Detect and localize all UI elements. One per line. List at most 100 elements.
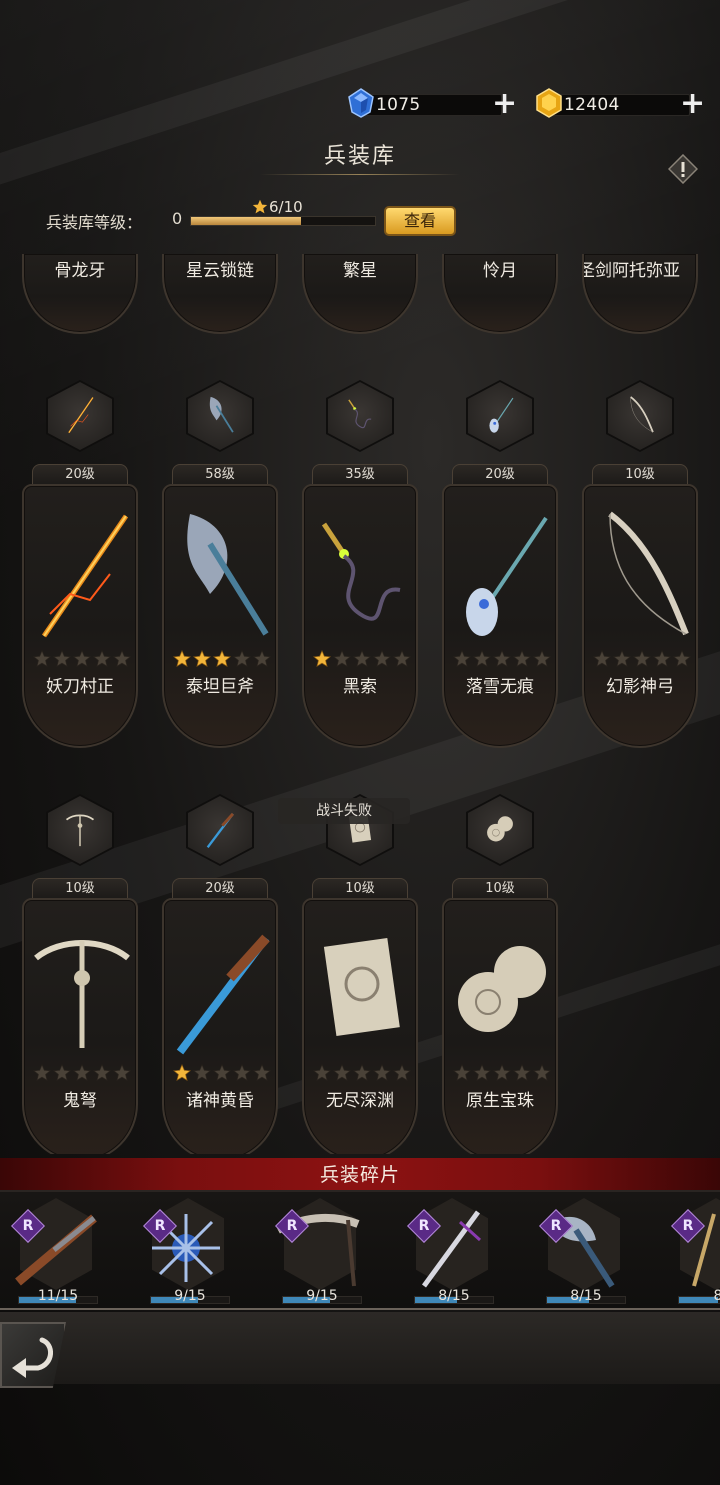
weapon-name: 星云锁链 — [186, 261, 254, 281]
star-empty-icon — [113, 1064, 131, 1081]
title-divider — [260, 174, 460, 175]
fragment-item[interactable]: R8 — [664, 1196, 720, 1308]
badge-inner — [48, 382, 112, 450]
weapon-card[interactable]: 无尽深渊 — [302, 898, 418, 1154]
weapon-name: 圣剑阿托弥亚 — [584, 261, 680, 281]
weapon-type-badge — [326, 380, 394, 452]
star-empty-icon — [233, 650, 251, 667]
weapon-type-badge — [46, 794, 114, 866]
star-empty-icon — [613, 650, 631, 667]
fragment-count: 9/15 — [174, 1288, 206, 1304]
diamond-amount: 1075 — [376, 95, 421, 115]
star-empty-icon — [313, 1064, 331, 1081]
add-gold-button[interactable]: + — [680, 89, 705, 119]
weapon-level: 58级 — [172, 464, 268, 486]
weapon-name: 诸神黄昏 — [186, 1091, 254, 1111]
orb-icon — [458, 946, 546, 1032]
star-empty-icon — [473, 1064, 491, 1081]
weapon-card[interactable]: 诸神黄昏 — [162, 898, 278, 1154]
star-empty-icon — [93, 1064, 111, 1081]
star-filled-icon — [193, 650, 211, 667]
star-empty-icon — [253, 1064, 271, 1081]
star-empty-icon — [453, 1064, 471, 1081]
chain-whip-icon — [321, 522, 401, 621]
weapon-name: 骨龙牙 — [54, 261, 106, 281]
weapon-name: 鬼弩 — [63, 1091, 97, 1111]
fragment-item[interactable]: R 8/15 — [532, 1196, 632, 1308]
add-diamond-button[interactable]: + — [492, 89, 517, 119]
weapon-card[interactable]: 圣剑阿托弥亚 — [582, 254, 698, 334]
chain-whip-icon — [348, 399, 372, 429]
weapon-level: 35级 — [312, 464, 408, 486]
fragment-count: 9/15 — [306, 1288, 338, 1304]
crossbow-icon — [34, 940, 130, 1048]
star-filled-icon — [213, 650, 231, 667]
star-filled-icon — [173, 650, 191, 667]
fragment-item[interactable]: R 9/15 — [136, 1196, 236, 1308]
star-icon — [252, 199, 268, 214]
back-arrow-icon — [12, 1337, 53, 1378]
info-button[interactable] — [668, 154, 698, 184]
weapon-card[interactable]: 原生宝珠 — [442, 898, 558, 1154]
weapon-type-badge — [186, 794, 254, 866]
weapon-level: 20级 — [452, 464, 548, 486]
sword-icon — [421, 1210, 482, 1288]
weapon-level: 20级 — [32, 464, 128, 486]
star-empty-icon — [253, 650, 271, 667]
badge-inner — [188, 796, 252, 864]
star-empty-icon — [653, 650, 671, 667]
rarity-label: R — [418, 1218, 430, 1234]
weapon-level: 10级 — [32, 878, 128, 900]
battle-axe-icon — [187, 514, 269, 636]
view-button[interactable]: 查看 — [384, 206, 456, 236]
star-empty-icon — [493, 1064, 511, 1081]
star-empty-icon — [453, 650, 471, 667]
weapon-card[interactable]: 泰坦巨斧 — [162, 484, 278, 748]
rarity-label: R — [286, 1218, 298, 1234]
star-empty-icon — [533, 650, 551, 667]
rarity-label: R — [682, 1218, 694, 1234]
star-empty-icon — [33, 650, 51, 667]
star-rating — [450, 650, 554, 668]
star-empty-icon — [213, 1064, 231, 1081]
star-rating — [310, 650, 414, 668]
star-empty-icon — [533, 1064, 551, 1081]
badge-inner — [468, 796, 532, 864]
gold-currency: 12404 + — [534, 88, 706, 119]
weapon-card[interactable]: 幻影神弓 — [582, 484, 698, 748]
star-empty-icon — [33, 1064, 51, 1081]
bottom-panel — [0, 1312, 720, 1384]
weapon-name: 黑索 — [343, 677, 377, 697]
axe-icon — [552, 1216, 615, 1288]
fragment-item[interactable]: R 9/15 — [268, 1196, 368, 1308]
star-empty-icon — [193, 1064, 211, 1081]
star-empty-icon — [233, 1064, 251, 1081]
weapon-card[interactable]: 落雪无痕 — [442, 484, 558, 748]
star-empty-icon — [513, 1064, 531, 1081]
armory-progress-fill — [191, 217, 302, 225]
badge-inner — [48, 796, 112, 864]
weapon-card[interactable]: 妖刀村正 — [22, 484, 138, 748]
weapon-card[interactable]: 鬼弩 — [22, 898, 138, 1154]
weapon-card[interactable]: 繁星 — [302, 254, 418, 334]
rarity-label: R — [154, 1218, 166, 1234]
weapon-card[interactable]: 怜月 — [442, 254, 558, 334]
weapon-card[interactable]: 星云锁链 — [162, 254, 278, 334]
bow-icon — [630, 396, 654, 433]
weapon-card[interactable]: 骨龙牙 — [22, 254, 138, 334]
rarity-label: R — [550, 1218, 562, 1234]
star-filled-icon — [313, 650, 331, 667]
page-title: 兵装库 — [323, 144, 396, 169]
fragment-item[interactable]: R 8/15 — [400, 1196, 500, 1308]
star-empty-icon — [53, 1064, 71, 1081]
scythe-icon — [276, 1214, 360, 1287]
weapon-type-badge — [466, 380, 534, 452]
star-empty-icon — [393, 650, 411, 667]
fragment-count: 8 — [713, 1288, 720, 1304]
weapon-card[interactable]: 黑索 — [302, 484, 418, 748]
star-rating — [590, 650, 694, 668]
weapon-name: 泰坦巨斧 — [186, 677, 254, 697]
weapon-type-badge — [466, 794, 534, 866]
fragment-item[interactable]: R 11/15 — [4, 1196, 104, 1308]
tome-icon — [323, 937, 400, 1037]
